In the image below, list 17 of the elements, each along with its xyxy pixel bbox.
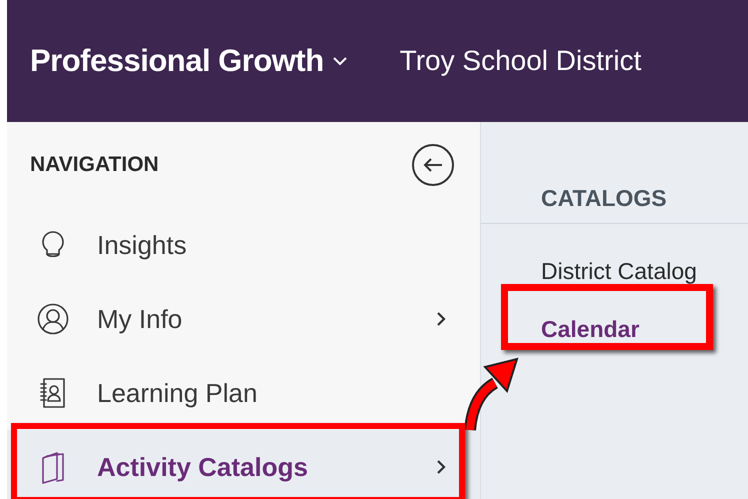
contact-book-icon <box>38 377 68 409</box>
nav-item[interactable]: Insights <box>7 208 480 282</box>
nav-item[interactable]: Learning Plan <box>7 356 480 430</box>
catalog-link[interactable]: Calendar <box>541 300 748 358</box>
lightbulb-icon <box>40 230 66 260</box>
collapse-button[interactable] <box>412 144 454 186</box>
nav-item[interactable]: Activity Catalogs <box>7 430 480 499</box>
catalogs-title: CATALOGS <box>541 184 667 212</box>
book-icon <box>39 450 67 484</box>
district-name: Troy School District <box>400 44 642 78</box>
navigation-title: NAVIGATION <box>30 152 159 178</box>
nav-item[interactable]: My Info <box>7 282 480 356</box>
arrow-left-icon <box>422 157 444 173</box>
catalog-link[interactable]: District Catalog <box>541 242 748 300</box>
app-menu-button[interactable]: Professional Growth <box>30 38 348 84</box>
chevron-down-icon <box>332 56 348 66</box>
user-icon <box>37 303 69 335</box>
